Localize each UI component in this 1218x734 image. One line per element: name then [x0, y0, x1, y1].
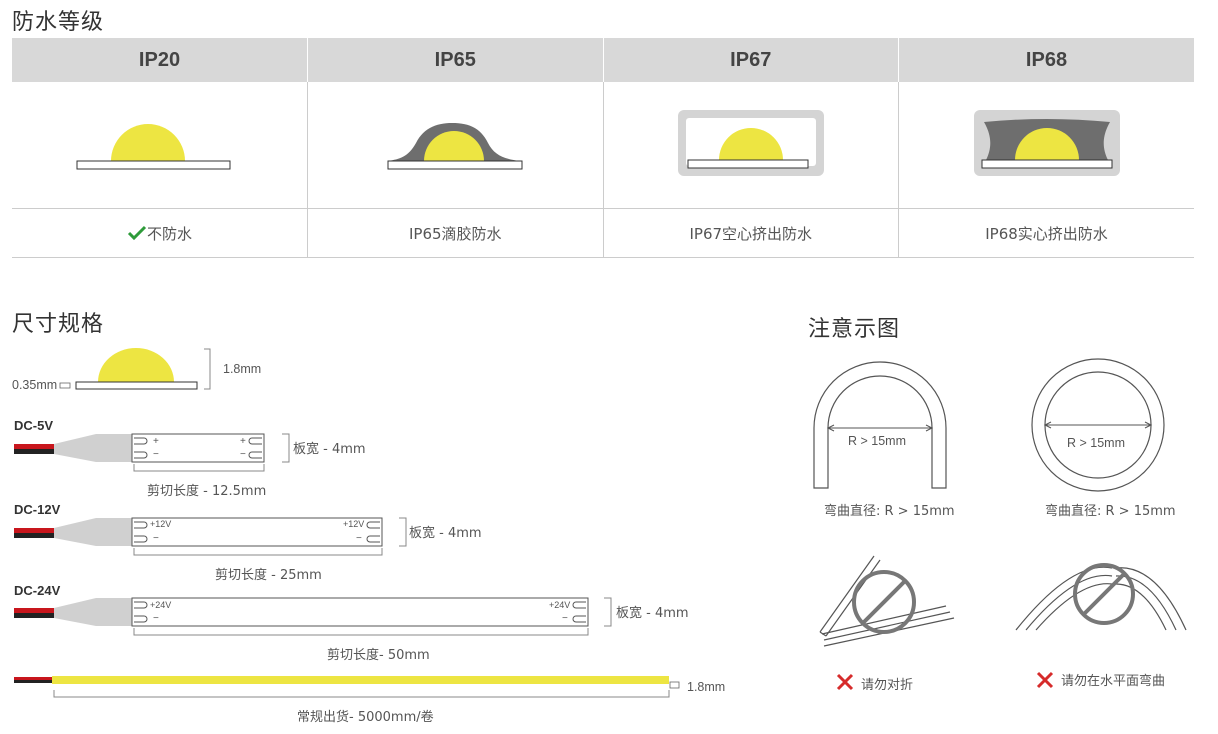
v12-pos-right: +12V: [343, 519, 365, 529]
v12-neg-left: −: [153, 533, 159, 544]
x-mark-icon: [1036, 671, 1054, 689]
thickness-label: 0.35mm: [12, 378, 58, 392]
v12-width-label: 板宽 - 4mm: [409, 526, 482, 541]
flat-bend-warning-diagram: [1015, 563, 1187, 631]
ip68-label: IP68实心挤出防水: [898, 208, 1194, 258]
bend-caption-u: 弯曲直径: R > 15mm: [824, 504, 955, 519]
v24-neg-right: −: [562, 613, 568, 624]
ip67-cross-section: [677, 110, 824, 176]
ip20-label: 不防水: [146, 224, 192, 243]
v24-pos-left: +24V: [150, 600, 172, 610]
v5-width-label: 板宽 - 4mm: [293, 442, 366, 457]
warn-flat-bend-label: 请勿在水平面弯曲: [1061, 674, 1166, 689]
v12-cut-label: 剪切长度 - 25mm: [215, 568, 322, 583]
size-section-title: 尺寸规格: [12, 312, 105, 337]
fold-warning-diagram: [819, 555, 955, 647]
x-mark-icon: [836, 673, 854, 691]
v12-neg-right: −: [356, 533, 362, 544]
header-ip67: IP67: [603, 38, 899, 82]
check-icon: [127, 225, 147, 240]
ip67-diagram-cell: [603, 82, 899, 209]
height-label: 1.8mm: [223, 362, 262, 376]
v5-pos-right: +: [240, 436, 246, 447]
ip65-cross-section: [387, 123, 523, 170]
warn-fold-label: 请勿对折: [861, 678, 914, 693]
v24-width-label: 板宽 - 4mm: [616, 606, 689, 621]
v5-cut-label: 剪切长度 - 12.5mm: [147, 484, 267, 499]
ip68-diagram-cell: [898, 82, 1194, 209]
v24-pos-right: +24V: [549, 600, 571, 610]
v12-pos-left: +12V: [150, 519, 172, 529]
v24-cut-label: 剪切长度- 50mm: [327, 648, 430, 663]
radius-label-circle: R > 15mm: [1067, 436, 1126, 450]
bend-caption-circle: 弯曲直径: R > 15mm: [1045, 504, 1176, 519]
strip-roll-diagram: [14, 676, 680, 698]
v5-neg-right: −: [240, 449, 246, 460]
ip20-diagram-cell: [12, 82, 308, 209]
roll-length-label: 常规出货- 5000mm/卷: [297, 710, 434, 725]
strip-24v-diagram: [14, 597, 612, 636]
waterproof-section-title: 防水等级: [12, 10, 105, 35]
header-ip68: IP68: [898, 38, 1194, 82]
v24-neg-left: −: [153, 613, 159, 624]
ip67-label: IP67空心挤出防水: [603, 208, 899, 258]
v5-neg-left: −: [153, 449, 159, 460]
ip-rating-table: IP20 IP65 IP67 IP68 不防水 IP65滴胶防水 IP67空心挤…: [12, 38, 1194, 258]
radius-label-u: R > 15mm: [848, 434, 907, 448]
ip20-label-cell: 不防水: [12, 208, 308, 258]
strip-profile-diagram: [59, 348, 211, 390]
v5-pos-left: +: [153, 436, 159, 447]
ip65-label: IP65滴胶防水: [307, 208, 604, 258]
roll-height-label: 1.8mm: [687, 680, 726, 694]
bend-u-diagram: [813, 361, 947, 489]
ip20-cross-section: [76, 124, 230, 170]
header-ip20: IP20: [12, 38, 308, 82]
notes-section-title: 注意示图: [808, 317, 901, 342]
bend-circle-diagram: [1031, 358, 1165, 492]
header-ip65: IP65: [307, 38, 604, 82]
ip68-cross-section: [973, 110, 1120, 176]
ip65-diagram-cell: [307, 82, 604, 209]
